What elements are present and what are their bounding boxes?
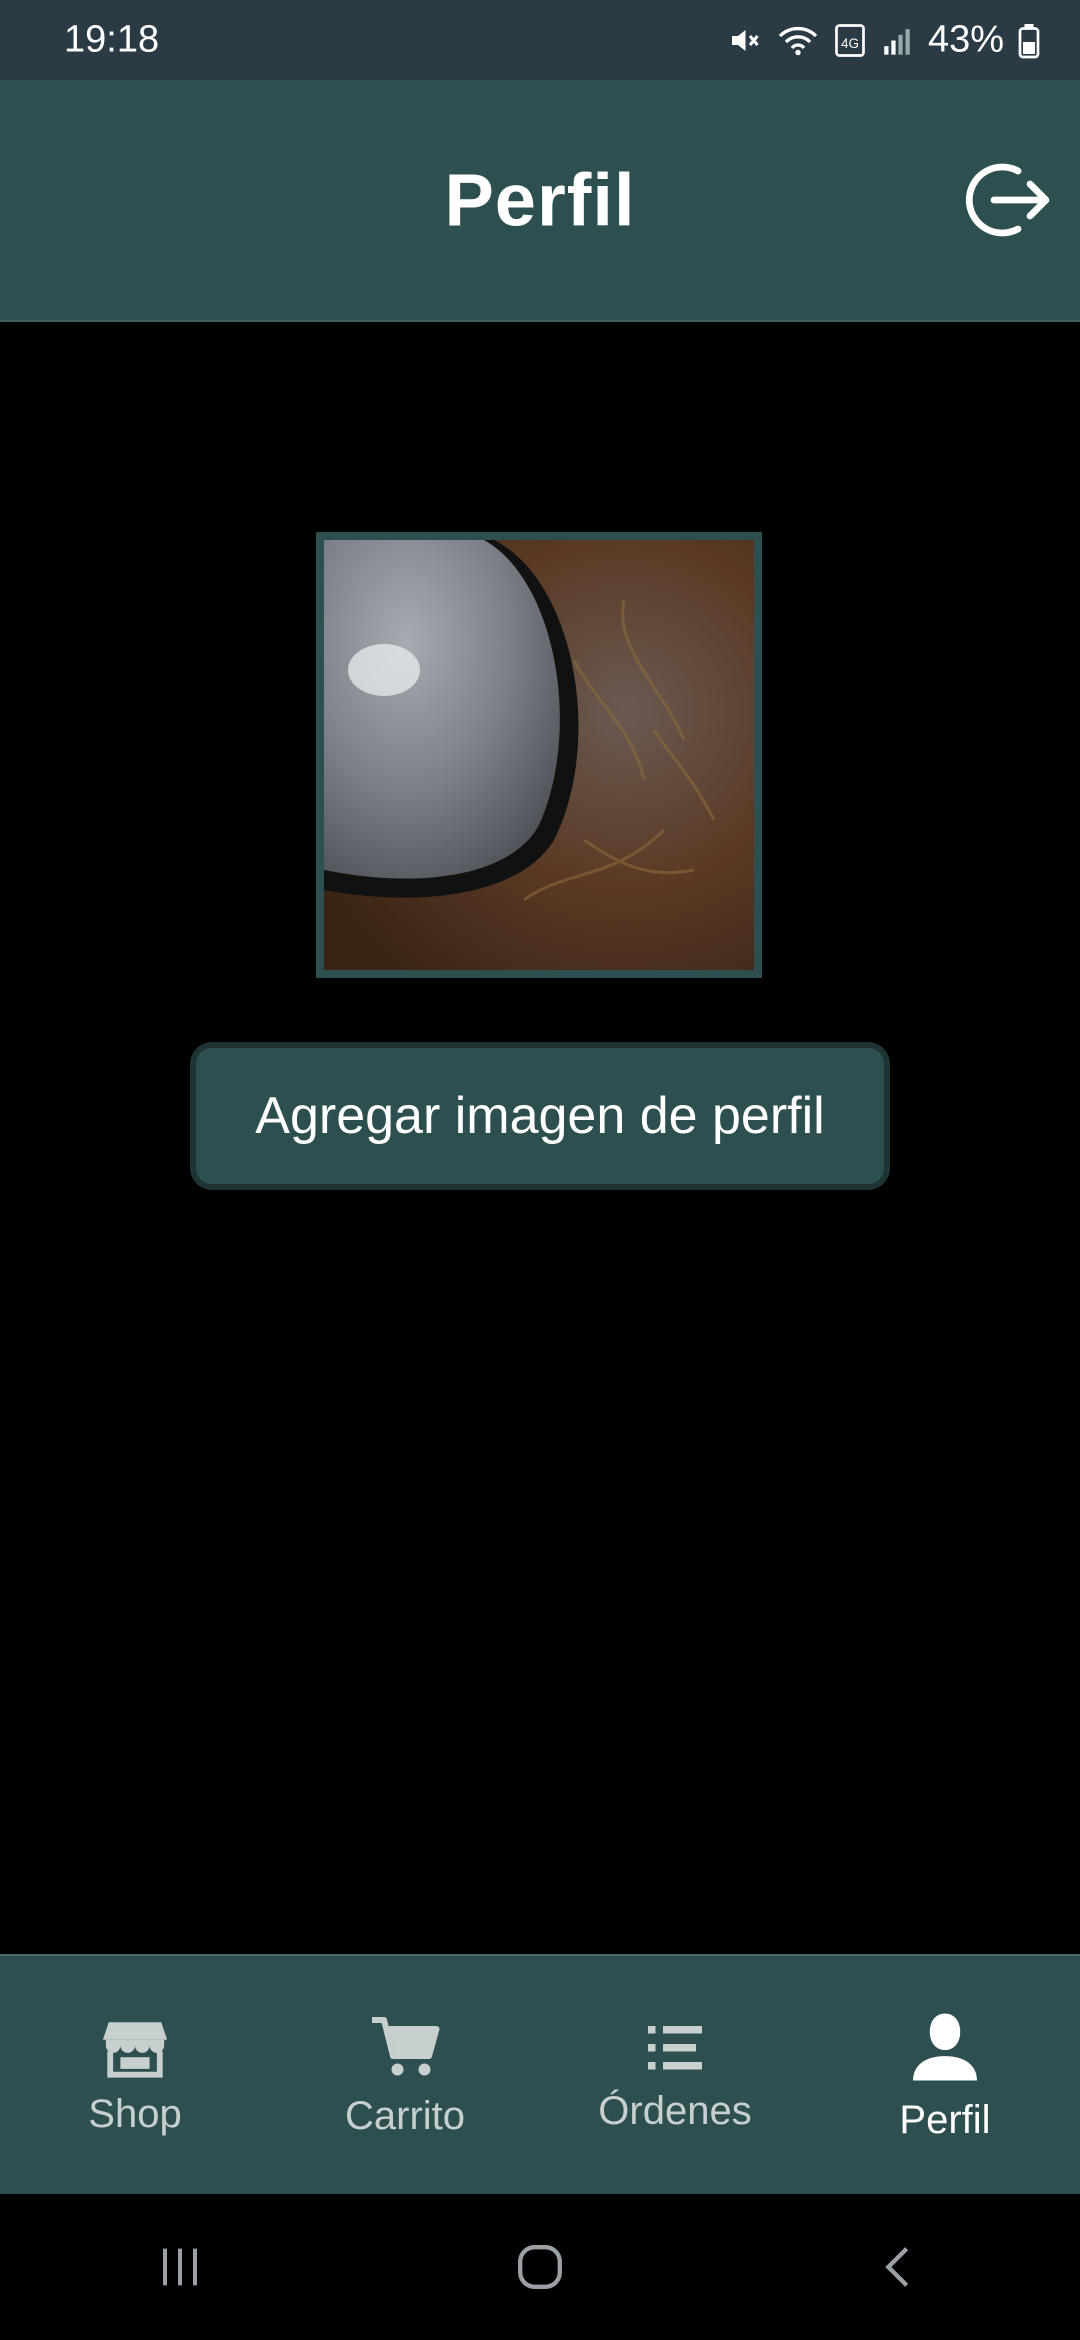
mute-icon [726,22,762,58]
network-label: 4G [841,36,859,51]
recents-icon [163,2248,197,2286]
nav-label-perfil: Perfil [899,2097,991,2142]
nav-item-carrito[interactable]: Carrito [270,1956,540,2196]
signal-icon [880,22,914,58]
nav-label-carrito: Carrito [344,2093,466,2138]
status-icons: 4G 43% [726,19,1040,62]
home-button[interactable] [480,2227,600,2307]
home-icon [518,2245,562,2289]
nav-label-shop: Shop [88,2091,182,2136]
battery-percent: 43% [927,18,1004,61]
back-icon [885,2247,909,2287]
status-time: 19:18 [64,18,160,61]
recents-button[interactable] [120,2227,240,2307]
profile-image[interactable] [316,532,762,978]
person-icon [913,2013,977,2080]
logout-icon [965,163,1050,237]
profile-photo [324,540,754,970]
add-profile-image-button[interactable]: Agregar imagen de perfil [190,1042,890,1190]
list-icon [648,2025,702,2069]
nav-label-ordenes: Órdenes [598,2088,752,2133]
battery-icon [1018,22,1040,58]
volte-badge-icon: 4G [834,22,866,58]
logout-button[interactable] [956,150,1056,250]
app-bar: Perfil [0,80,1080,322]
back-button[interactable] [840,2227,960,2307]
store-icon [102,2021,168,2078]
nav-item-perfil[interactable]: Perfil [810,1956,1080,2196]
bottom-nav: Shop Carrito Órdenes Perfil [0,1954,1080,2196]
page-title: Perfil [444,158,636,242]
nav-item-ordenes[interactable]: Órdenes [540,1956,810,2196]
wifi-icon [776,22,820,58]
status-bar: 19:18 4G 43% [0,0,1080,80]
system-nav-bar [0,2194,1080,2340]
cart-icon [372,2016,440,2075]
nav-item-shop[interactable]: Shop [0,1956,270,2196]
